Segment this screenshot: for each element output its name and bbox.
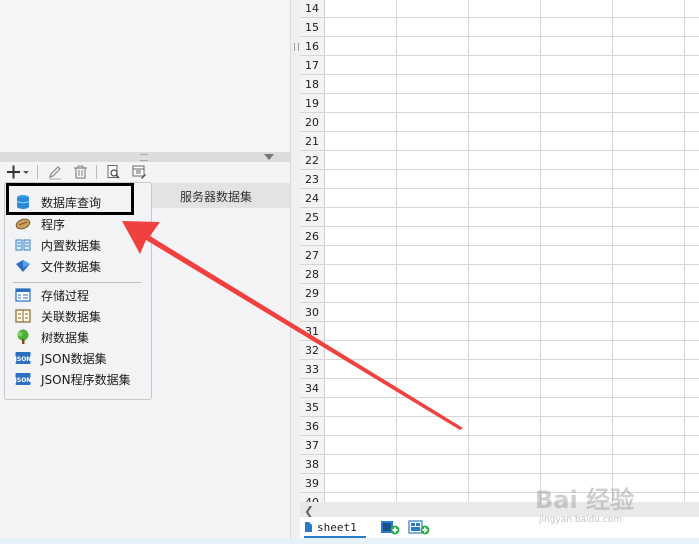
annotation-arrow [122,221,463,430]
